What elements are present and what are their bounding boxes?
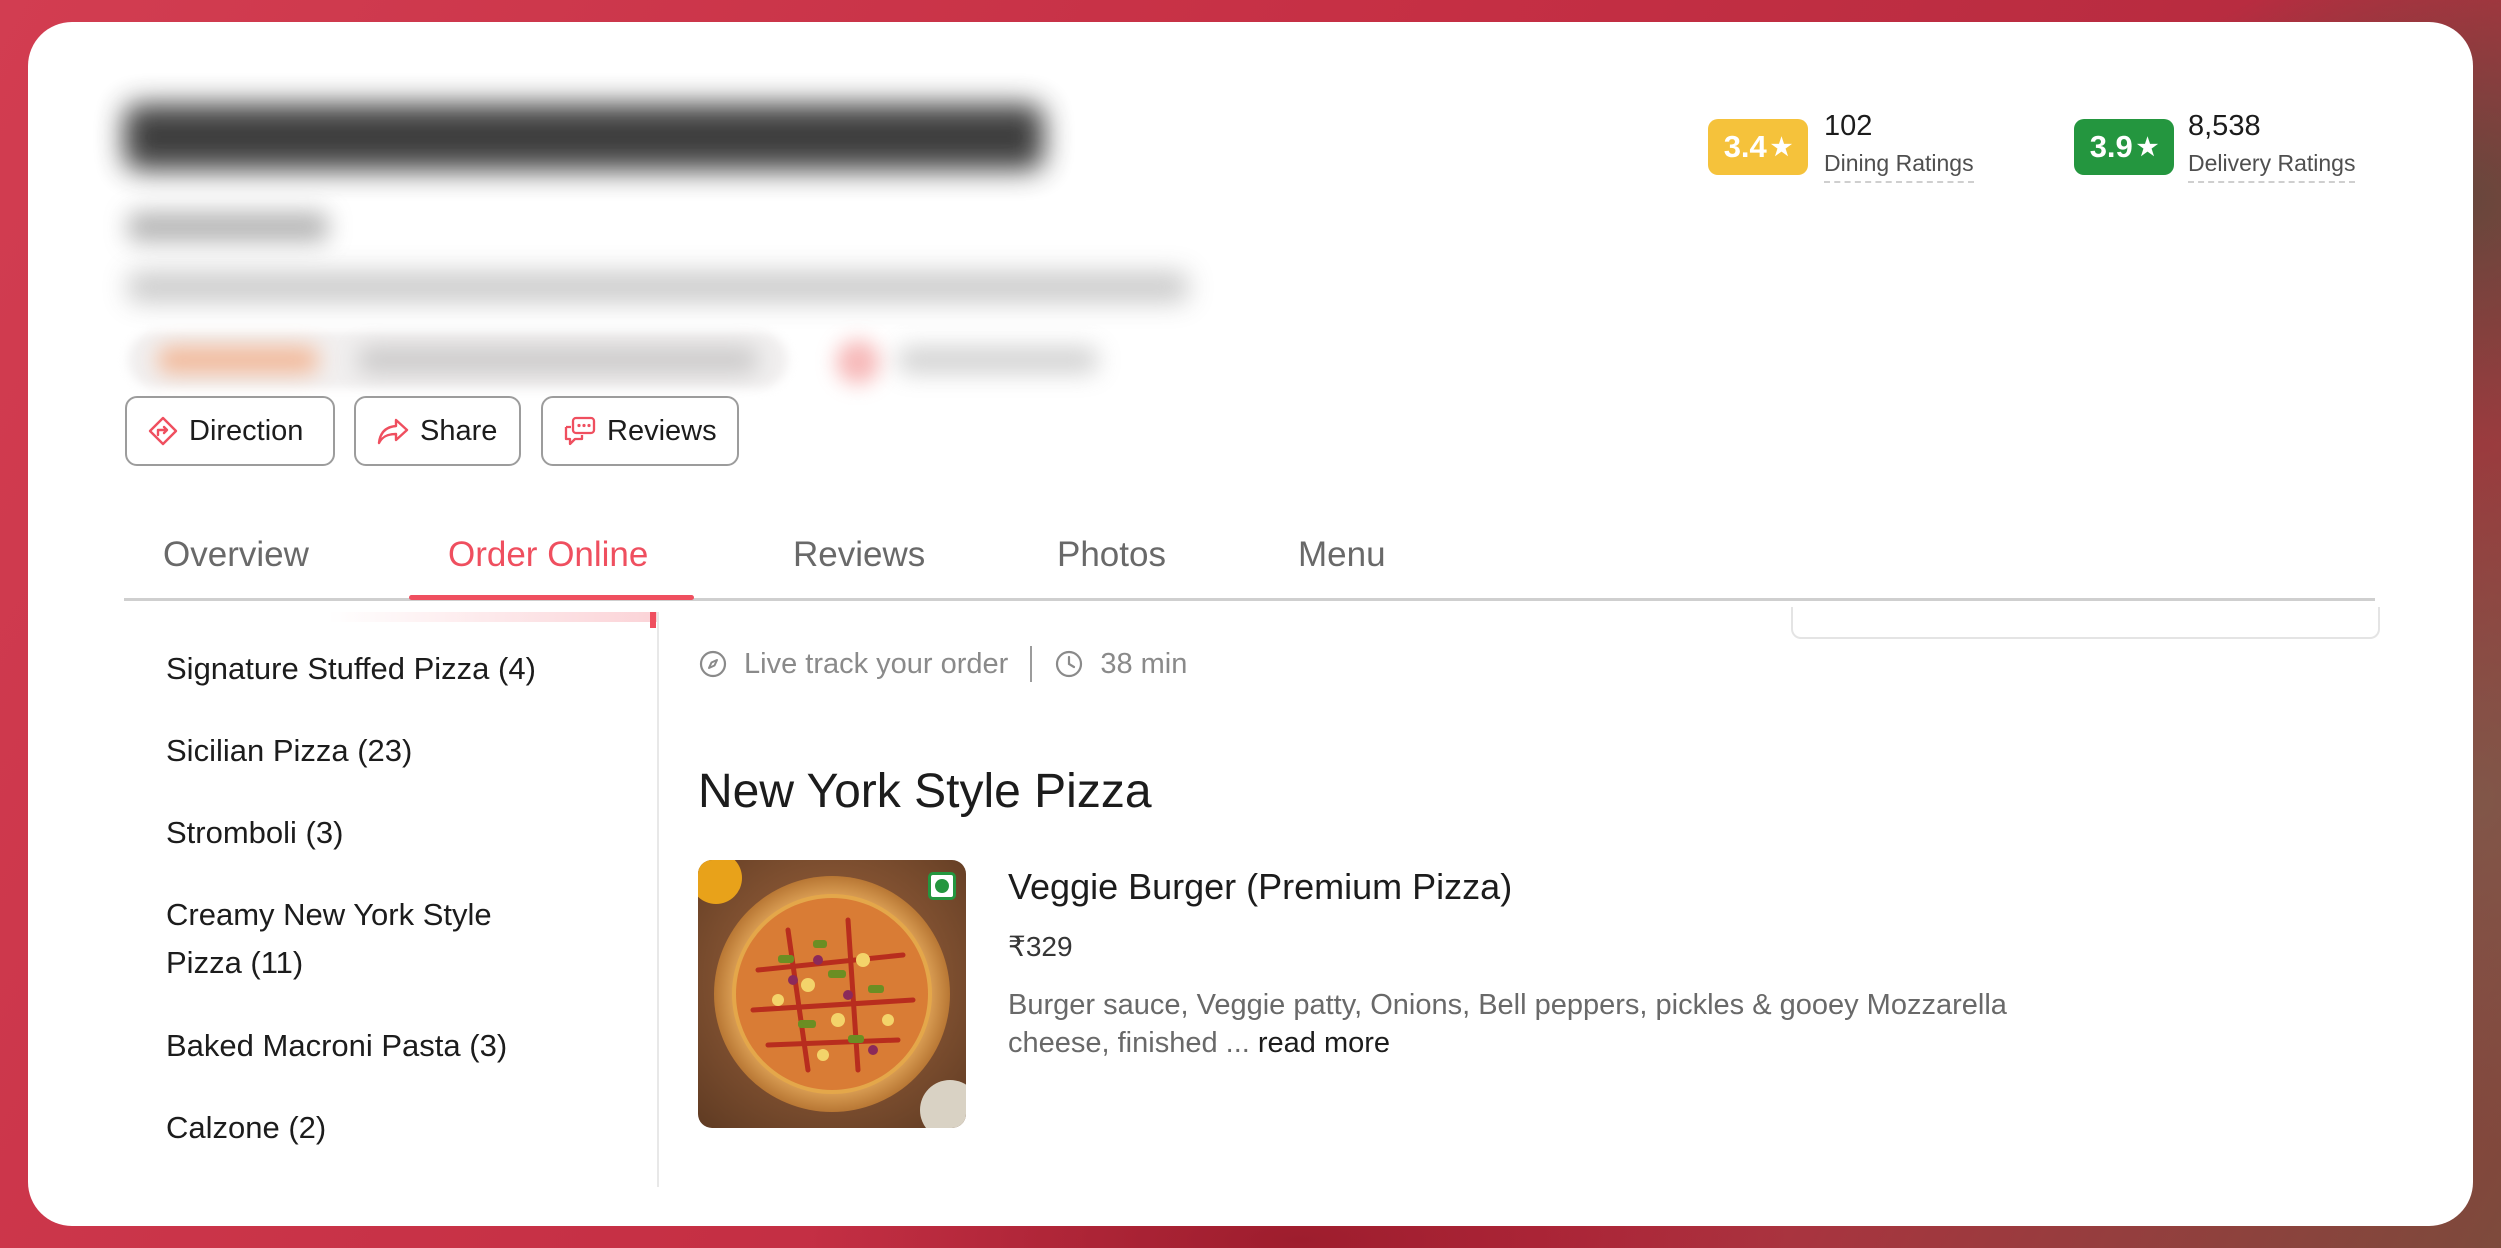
hours-text-blurred [358,347,758,373]
category-stromboli[interactable]: Stromboli (3) [166,809,343,857]
dish-description: Burger sauce, Veggie patty, Onions, Bell… [1008,986,2008,1062]
tab-menu[interactable]: Menu [1298,535,1386,575]
category-calzone[interactable]: Calzone (2) [166,1104,326,1152]
address-blurred [128,272,1188,302]
category-signature-stuffed-pizza[interactable]: Signature Stuffed Pizza (4) [166,645,536,693]
dish-description-text: Burger sauce, Veggie patty, Onions, Bell… [1008,989,2007,1059]
active-category-highlight [328,612,658,622]
direction-icon [148,416,178,446]
dish-price: ₹329 [1008,931,1073,962]
share-icon [377,418,409,445]
order-info-row: Live track your order 38 min [698,646,1187,682]
clock-icon [1056,650,1083,678]
restaurant-name-blurred [124,104,1044,170]
delivery-rating-count: 8,538 [2188,110,2261,142]
open-status-blurred [158,347,318,373]
star-icon: ★ [2136,133,2159,161]
direction-button[interactable]: Direction [125,396,335,466]
time-icon-blurred [836,340,880,384]
dining-rating-score: 3.4 [1723,129,1767,164]
meta-separator [1030,646,1033,682]
reviews-icon [564,416,596,446]
dining-rating-count: 102 [1824,110,1873,142]
dining-rating-label[interactable]: Dining Ratings [1824,150,1974,183]
dish-image[interactable] [698,860,966,1128]
category-creamy-new-york-style-pizza[interactable]: Creamy New York Style Pizza (11) [166,891,576,987]
tab-overview[interactable]: Overview [163,535,309,575]
direction-label: Direction [189,414,304,447]
dish-name: Veggie Burger (Premium Pizza) [1008,866,1513,907]
compass-icon [699,650,727,678]
restaurant-page-card: 3.4 ★ 102 Dining Ratings 3.9 ★ 8,538 Del… [28,22,2473,1226]
delivery-rating-badge: 3.9 ★ [2074,119,2174,175]
read-more-link[interactable]: read more [1258,1027,1390,1059]
sidebar-divider [657,612,659,1187]
live-track-text: Live track your order [744,647,1009,680]
category-sicilian-pizza[interactable]: Sicilian Pizza (23) [166,727,412,775]
category-baked-macroni-pasta[interactable]: Baked Macroni Pasta (3) [166,1022,507,1070]
share-label: Share [420,414,498,447]
tab-photos[interactable]: Photos [1057,535,1166,575]
star-icon: ★ [1770,133,1793,161]
delivery-rating-score: 3.9 [2089,129,2133,164]
reviews-label: Reviews [607,414,717,447]
section-title: New York Style Pizza [698,765,1152,818]
tab-reviews[interactable]: Reviews [793,535,925,575]
time-text-blurred [898,347,1098,373]
tab-order-online[interactable]: Order Online [448,535,648,575]
active-category-marker [650,612,656,628]
veg-icon [928,872,956,900]
share-button[interactable]: Share [354,396,521,466]
delivery-time-text: 38 min [1100,647,1188,680]
dining-rating-badge: 3.4 ★ [1708,119,1808,175]
delivery-rating-label[interactable]: Delivery Ratings [2188,150,2356,183]
cuisine-blurred [128,212,328,242]
menu-search-box[interactable] [1791,607,2380,639]
active-tab-indicator [409,595,694,600]
reviews-button[interactable]: Reviews [541,396,739,466]
